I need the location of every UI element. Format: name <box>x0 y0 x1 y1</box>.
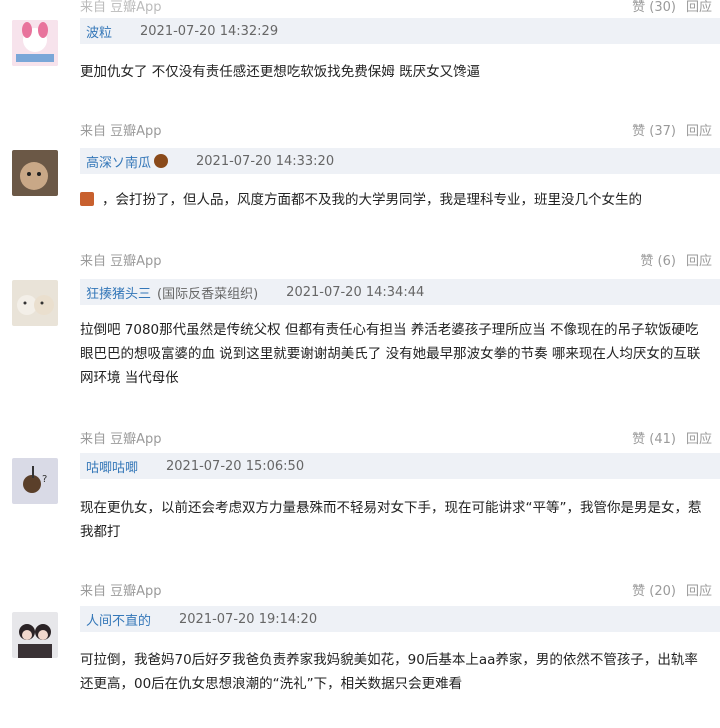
avatar-image <box>12 612 58 658</box>
comment-meta: 来自 豆瓣App 赞 (37) 回应 <box>80 118 712 140</box>
source-label: 来自 豆瓣App <box>80 123 162 139</box>
username-link[interactable]: 高深ソ南瓜 <box>86 152 151 171</box>
avatar-image <box>12 280 58 326</box>
pumpkin-icon <box>154 154 169 168</box>
comment-text: 可拉倒，我爸妈70后好歹我爸负责养家我妈貌美如花，90后基本上aa养家，男的依然… <box>80 652 698 692</box>
avatar[interactable] <box>12 280 58 326</box>
source-label: 来自 豆瓣App <box>80 253 162 269</box>
reply-link[interactable]: 回应 <box>686 0 712 15</box>
timestamp: 2021-07-20 15:06:50 <box>166 458 305 474</box>
comment-meta: 来自 豆瓣App 赞 (20) 回应 <box>80 578 712 600</box>
vote-count[interactable]: 赞 (30) <box>632 0 676 15</box>
comment-meta: 来自 豆瓣App 赞 (41) 回应 <box>80 426 712 448</box>
avatar-image <box>12 150 58 196</box>
avatar-image <box>12 20 58 66</box>
comment-header: 狂揍猪头三 (国际反香菜组织) 2021-07-20 14:34:44 <box>80 279 720 305</box>
vote-count[interactable]: 赞 (37) <box>632 120 676 139</box>
source-label: 来自 豆瓣App <box>80 0 162 15</box>
comment-header: 咕唧咕唧 2021-07-20 15:06:50 <box>80 453 720 479</box>
timestamp: 2021-07-20 14:32:29 <box>140 23 279 39</box>
comment-body: ，会打扮了，但人品，风度方面都不及我的大学男同学，我是理科专业，班里没几个女生的 <box>80 188 708 212</box>
vote-count[interactable]: 赞 (41) <box>632 428 676 447</box>
comment-header: 波粒 2021-07-20 14:32:29 <box>80 18 720 44</box>
avatar[interactable] <box>12 150 58 196</box>
avatar[interactable] <box>12 20 58 66</box>
source-label: 来自 豆瓣App <box>80 431 162 447</box>
avatar[interactable] <box>12 612 58 658</box>
vote-count[interactable]: 赞 (20) <box>632 580 676 599</box>
username-link[interactable]: 狂揍猪头三 <box>86 283 151 302</box>
emoji-icon <box>80 192 94 206</box>
timestamp: 2021-07-20 14:34:44 <box>286 284 425 300</box>
comment-header: 高深ソ南瓜 2021-07-20 14:33:20 <box>80 148 720 174</box>
comment-text: 更加仇女了 不仅没有责任感还更想吃软饭找免费保姆 既厌女又馋逼 <box>80 64 481 80</box>
vote-count[interactable]: 赞 (6) <box>640 250 676 269</box>
avatar[interactable]: ? <box>12 458 58 504</box>
timestamp: 2021-07-20 19:14:20 <box>179 611 318 627</box>
timestamp: 2021-07-20 14:33:20 <box>196 153 335 169</box>
reply-link[interactable]: 回应 <box>686 428 712 447</box>
source-label: 来自 豆瓣App <box>80 583 162 599</box>
comment-text: 拉倒吧 7080那代虽然是传统父权 但都有责任心有担当 养活老婆孩子理所应当 不… <box>80 322 701 386</box>
username-link[interactable]: 咕唧咕唧 <box>86 457 138 476</box>
comment-meta: 来自 豆瓣App 赞 (6) 回应 <box>80 248 712 270</box>
reply-link[interactable]: 回应 <box>686 250 712 269</box>
reply-link[interactable]: 回应 <box>686 580 712 599</box>
username-link[interactable]: 波粒 <box>86 22 112 41</box>
avatar-image: ? <box>12 458 58 504</box>
reply-link[interactable]: 回应 <box>686 120 712 139</box>
user-group-tag: (国际反香菜组织) <box>157 286 259 302</box>
comment-text: 现在更仇女，以前还会考虑双方力量悬殊而不轻易对女下手，现在可能讲求“平等”，我管… <box>80 500 702 540</box>
comment-text: ，会打扮了，但人品，风度方面都不及我的大学男同学，我是理科专业，班里没几个女生的 <box>102 192 642 208</box>
comment-meta-top: 来自 豆瓣App 赞 (30) 回应 <box>80 0 712 16</box>
username-link[interactable]: 人间不直的 <box>86 610 151 629</box>
comment-header: 人间不直的 2021-07-20 19:14:20 <box>80 606 720 632</box>
svg-text:?: ? <box>42 474 47 485</box>
